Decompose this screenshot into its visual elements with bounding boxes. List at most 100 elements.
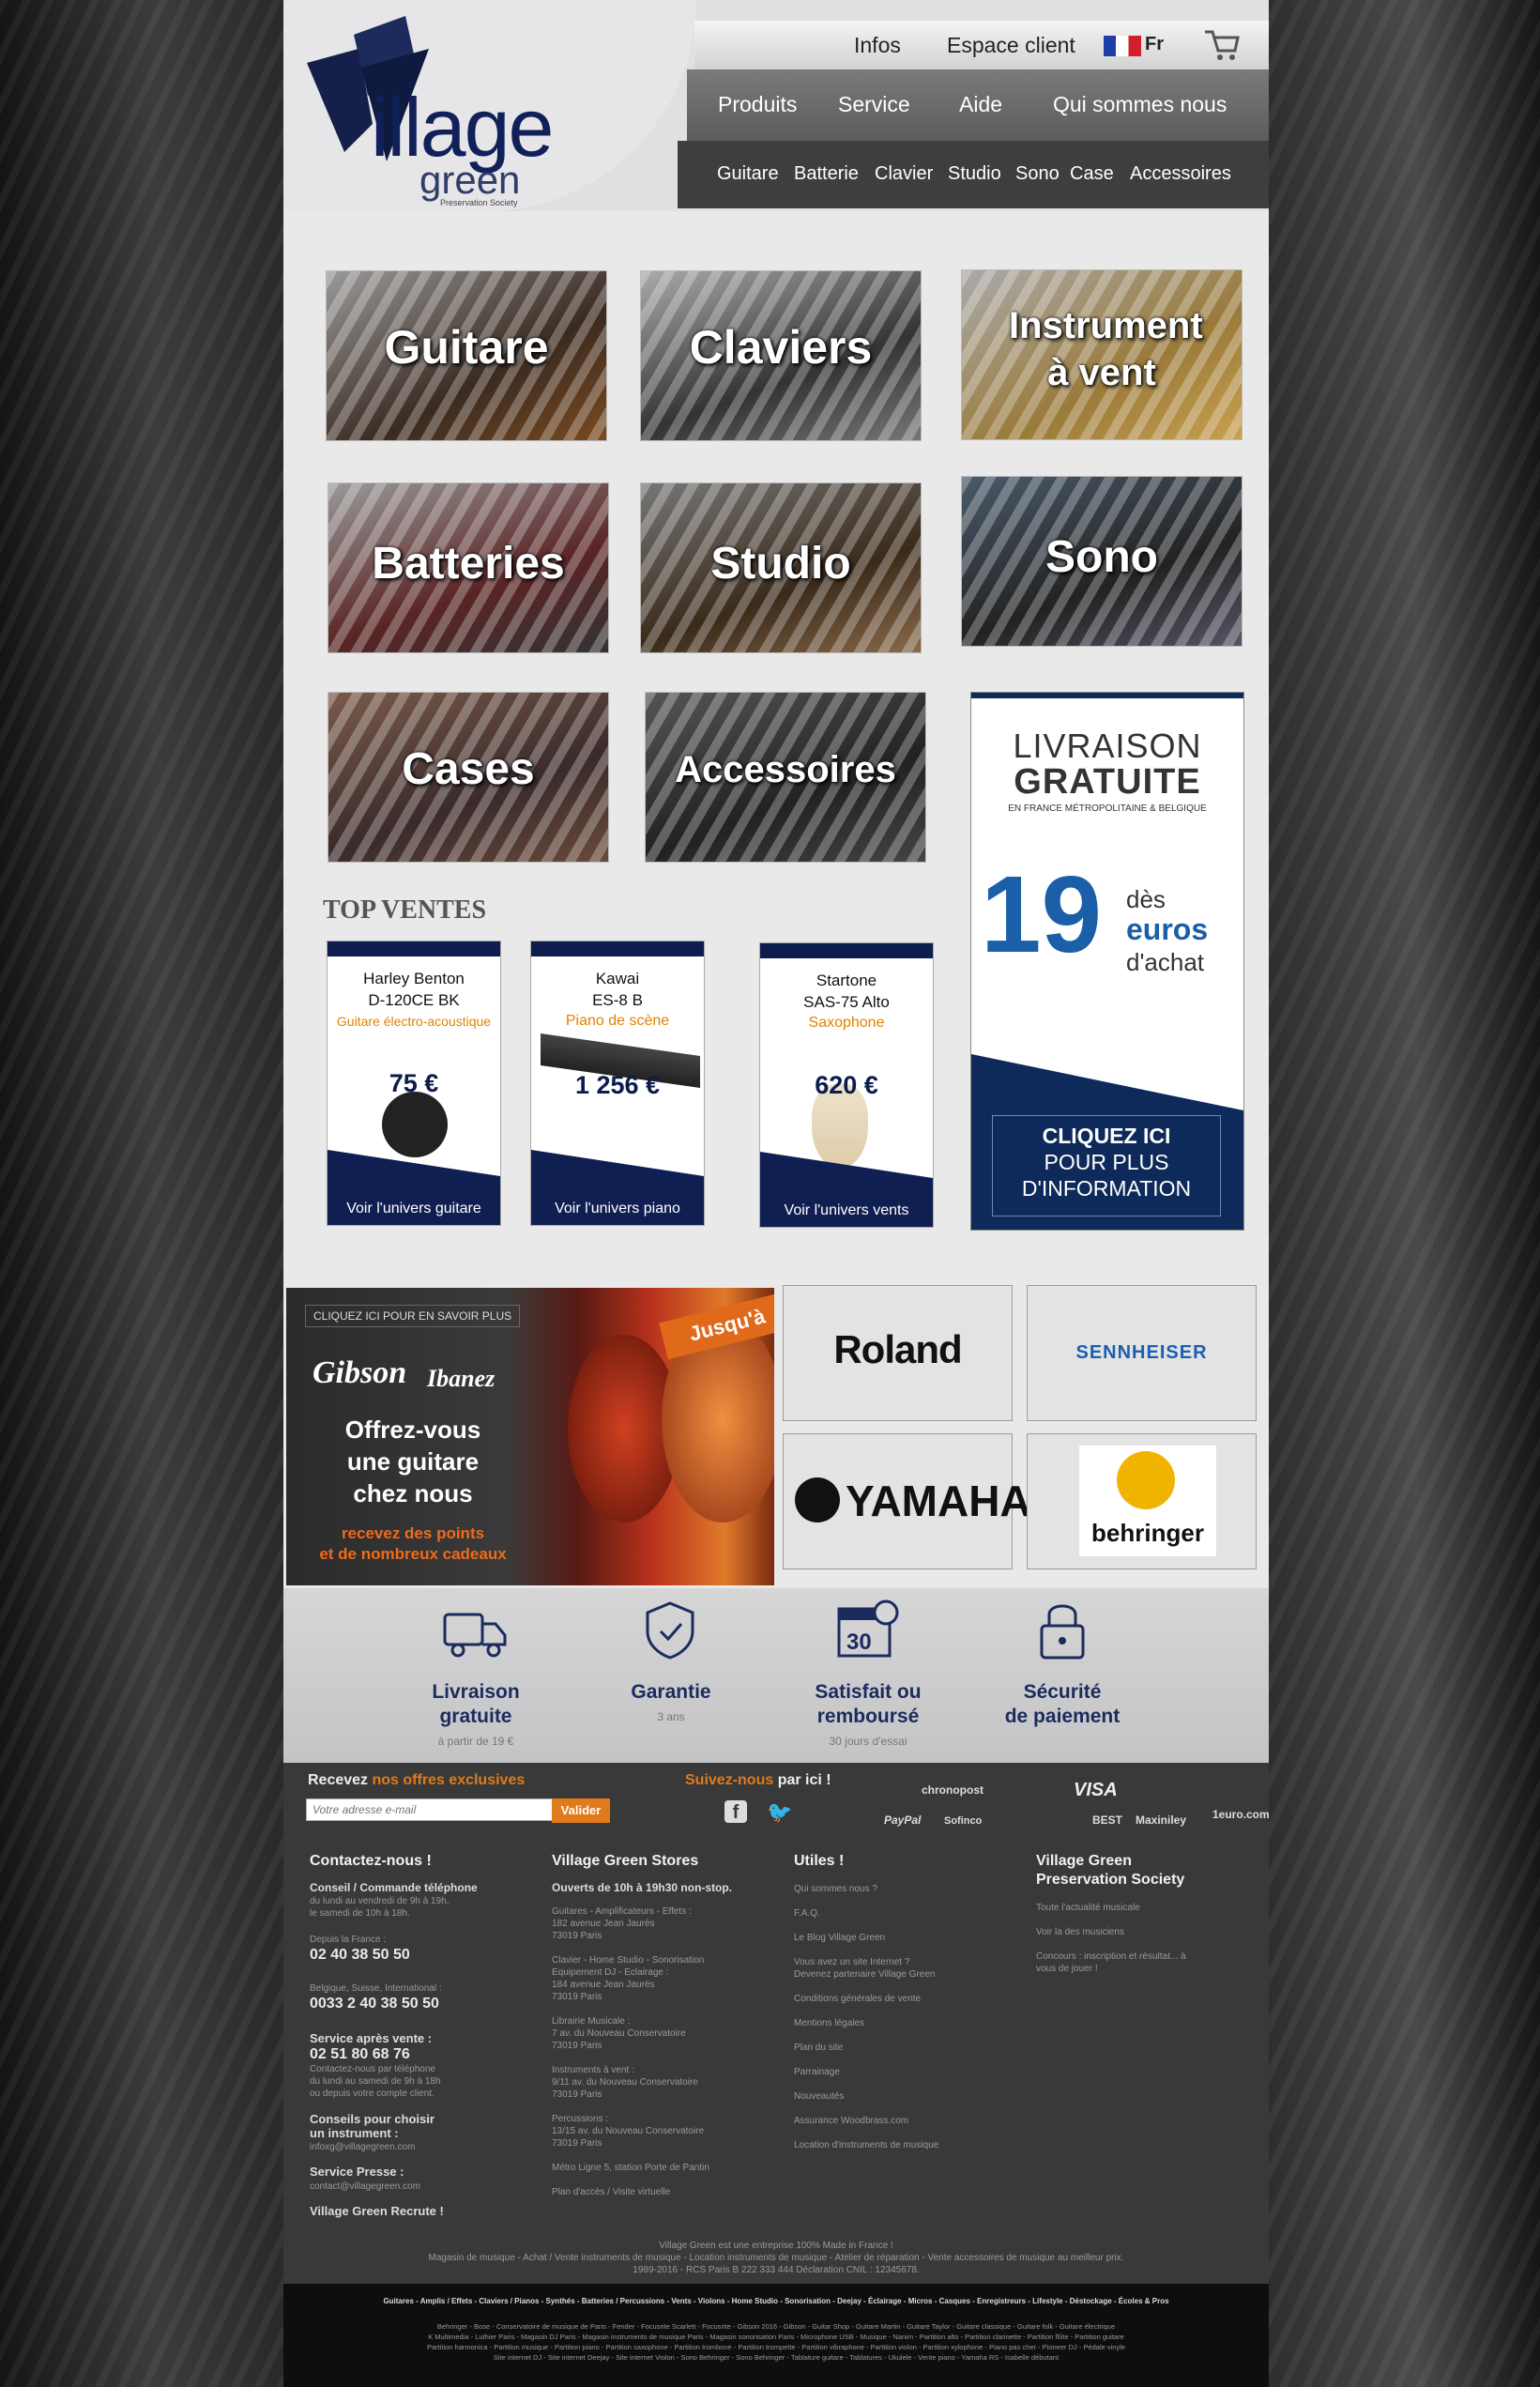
recrute-link[interactable]: Village Green Recrute ! [310,2204,444,2218]
product-link[interactable]: Voir l'univers vents [760,1202,933,1219]
livraison-banner[interactable]: LIVRAISON GRATUITE EN FRANCE MÉTROPOLITA… [970,692,1244,1231]
utiles-link[interactable]: Nouveautés [794,2090,844,2103]
chronopost-logo: chronopost [922,1783,983,1797]
product-category: Piano de scène [565,1013,670,1029]
utiles-link[interactable]: Location d'instruments de musique [794,2139,938,2151]
utiles-link[interactable]: Plan du site [794,2042,843,2054]
brand-behringer[interactable]: behringer [1027,1433,1257,1569]
sav-text: du lundi au samedi de 9h à 18h [310,2076,441,2087]
sav-phone[interactable]: 02 51 80 68 76 [310,2046,410,2063]
product-brand: Startone [816,972,877,989]
product-brand: Harley Benton [363,970,465,987]
utiles-link[interactable]: Devenez partenaire Village Green [794,1968,935,1981]
store-line[interactable] [552,2198,768,2211]
society-link[interactable]: Toute l'actualité musicale [1036,1902,1140,1914]
promo-banner[interactable]: CLIQUEZ ICI POUR EN SAVOIR PLUS Jusqu'à … [286,1288,774,1585]
brand-sennheiser[interactable]: SENNHEISER [1027,1285,1257,1421]
footer-keywords[interactable]: Behringer - Bose - Conservatoire de musi… [293,2321,1259,2332]
product-card[interactable]: Kawai ES-8 B Piano de scène 1 256 € Voir… [530,941,705,1226]
category-instrument-a-vent[interactable]: Instrument à vent [961,269,1243,440]
category-batteries[interactable]: Batteries [328,482,609,653]
nav-service[interactable]: Service [838,92,910,117]
category-claviers[interactable]: Claviers [640,270,922,441]
subnav-guitare[interactable]: Guitare [717,163,779,185]
product-model: D-120CE BK [368,991,460,1009]
contact-phone-int[interactable]: 0033 2 40 38 50 50 [310,1996,439,2012]
service-garantie[interactable]: Garantie 3 ans [591,1680,751,1729]
utiles-link[interactable]: Parrainage [794,2066,840,2078]
utiles-link[interactable]: Le Blog Village Green [794,1932,885,1944]
store-line [552,2150,768,2162]
subnav-clavier[interactable]: Clavier [875,163,933,185]
product-link[interactable]: Voir l'univers guitare [328,1201,500,1217]
brand-roland[interactable]: Roland [783,1285,1013,1421]
footer-keywords[interactable]: Partition harmonica - Partition musique … [293,2342,1259,2352]
category-studio[interactable]: Studio [640,482,922,653]
category-label: Instrument à vent [1009,305,1203,393]
service-satisfait[interactable]: Satisfait ou remboursé 30 jours d'essai [788,1680,948,1753]
link-espace-client[interactable]: Espace client [947,33,1075,58]
product-card[interactable]: Harley Benton D-120CE BK Guitare électro… [327,941,501,1226]
twitter-icon[interactable]: 🐦 [767,1800,795,1824]
utiles-link[interactable]: Vous avez un site Internet ? [794,1956,909,1968]
footer-categories[interactable]: Guitares - Amplis / Effets - Claviers / … [293,2297,1259,2305]
nav-aide[interactable]: Aide [959,92,1002,117]
utiles-link[interactable]: Mentions légales [794,2017,864,2029]
utiles-link[interactable]: Assurance Woodbrass.com [794,2115,908,2127]
product-category: Saxophone [808,1015,885,1031]
brand-yamaha[interactable]: YAMAHA [783,1433,1031,1569]
society-link[interactable]: Voir la des musiciens [1036,1926,1124,1938]
service-livraison[interactable]: Livraison gratuite à partir de 19 € [396,1680,556,1753]
subnav-sono[interactable]: Sono [1015,163,1060,185]
conseils-title: Conseils pour choisir [310,2112,435,2126]
footer-keywords[interactable]: Site internet DJ - Site internet Deejay … [293,2352,1259,2363]
livraison-euros: euros [1126,912,1209,946]
newsletter-submit-button[interactable]: Valider [552,1798,610,1823]
newsletter-email-input[interactable] [306,1798,556,1821]
category-sono[interactable]: Sono [961,476,1243,647]
follow-highlight: Suivez-nous [685,1772,774,1788]
gibson-logo: Gibson [313,1355,407,1390]
footer-keywords[interactable]: K Multimedia - Luthier Paris - Magasin D… [293,2332,1259,2342]
subnav-batterie[interactable]: Batterie [794,163,859,185]
service-sub: 3 ans [657,1710,685,1723]
language-selector[interactable]: Fr [1104,34,1169,58]
utiles-link[interactable]: Conditions générales de vente [794,1993,921,2005]
utiles-link[interactable]: Qui sommes nous ? [794,1883,877,1895]
utiles-title: Utiles ! [794,1853,845,1869]
livraison-sub: EN FRANCE MÉTROPOLITAINE & BELGIQUE [1008,803,1207,814]
category-accessoires[interactable]: Accessoires [645,692,926,863]
product-link[interactable]: Voir l'univers piano [531,1201,704,1217]
society-link[interactable]: Concours : inscription et résultat... à … [1036,1951,1205,1975]
presse-mail[interactable]: contact@villagegreen.com [310,2180,420,2193]
livraison-cta[interactable]: CLIQUEZ ICI POUR PLUS D'INFORMATION [992,1115,1221,1216]
category-cases[interactable]: Cases [328,692,609,863]
yamaha-emblem-icon [795,1477,840,1522]
calendar-icon: 30 [835,1598,901,1668]
service-securite[interactable]: Sécurité de paiement [983,1680,1142,1729]
utiles-link[interactable]: F.A.Q. [794,1907,820,1920]
category-label: Studio [710,539,851,589]
facebook-icon[interactable]: f [724,1800,747,1823]
subnav-studio[interactable]: Studio [948,163,1001,185]
livraison-line2: GRATUITE [1014,762,1201,802]
nav-qui-sommes-nous[interactable]: Qui sommes nous [1053,92,1227,117]
category-label: Batteries [372,539,565,589]
promo-top-link[interactable]: CLIQUEZ ICI POUR EN SAVOIR PLUS [305,1305,521,1327]
link-infos[interactable]: Infos [854,33,901,58]
conseils-mail[interactable]: infoxg@villagegreen.com [310,2141,415,2153]
store-line: 73019 Paris [552,2041,602,2051]
product-card[interactable]: Startone SAS-75 Alto Saxophone 620 € Voi… [759,942,934,1228]
cart-icon[interactable] [1203,26,1241,64]
category-guitare[interactable]: Guitare [326,270,607,441]
best-logo: BEST [1092,1813,1123,1827]
contact-conseil: Conseil / Commande téléphone [310,1881,478,1894]
newsletter-title: Recevez nos offres exclusives [308,1772,525,1789]
subnav-case[interactable]: Case [1070,163,1114,185]
contact-phone-fr[interactable]: 02 40 38 50 50 [310,1947,410,1964]
logo[interactable]: illage green Preservation Society [297,11,654,208]
nav-produits[interactable]: Produits [718,92,797,117]
store-line: 73019 Paris [552,1992,602,2002]
legal-line: 1989-2016 - RCS Paris B 222 333 444 Décl… [633,2265,920,2275]
subnav-accessoires[interactable]: Accessoires [1130,163,1231,185]
